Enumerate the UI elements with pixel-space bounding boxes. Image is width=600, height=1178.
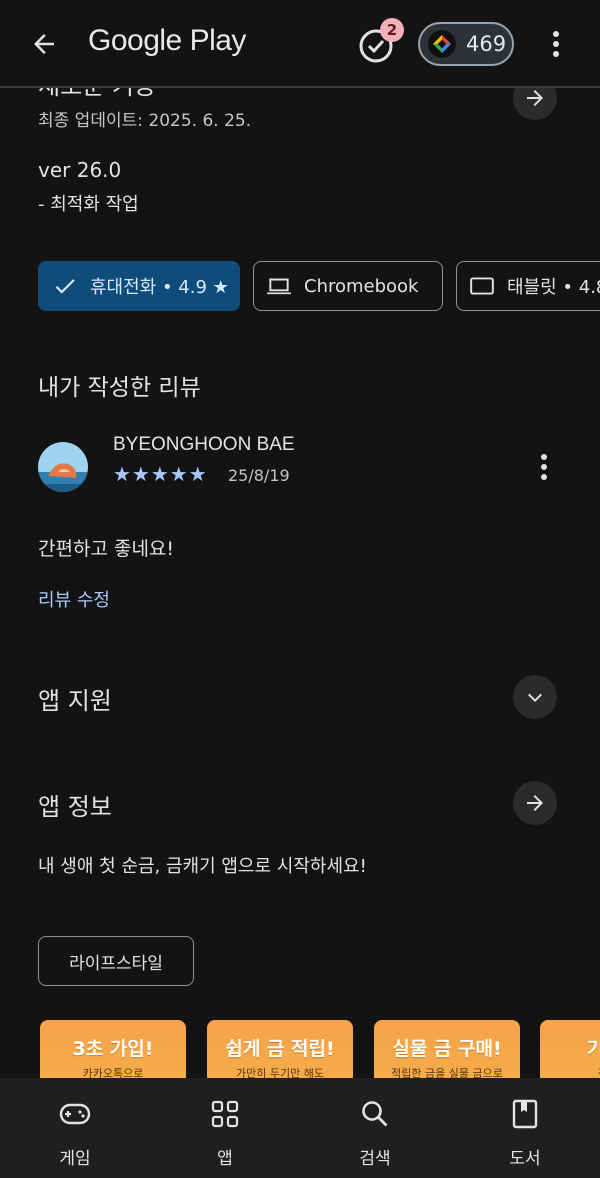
chevron-down-icon: [528, 693, 542, 702]
google-play-logo-text: Google Play: [88, 24, 246, 57]
book-icon: [509, 1098, 541, 1130]
reviewer-name: BYEONGHOON BAE: [113, 434, 295, 455]
nav-label-search: 검색: [359, 1149, 391, 1169]
nav-item-games[interactable]: 게임: [0, 1078, 150, 1178]
reviewer-avatar: [38, 442, 88, 492]
my-review-title: 내가 작성한 리뷰: [38, 375, 201, 401]
search-icon: [359, 1098, 391, 1130]
edit-review-link[interactable]: 리뷰 수정: [38, 586, 110, 612]
category-chip[interactable]: 라이프스타일: [38, 936, 194, 986]
tablet-chip-label: 태블릿 • 4.8: [507, 277, 600, 298]
screenshot-card[interactable]: 실물 금 구매! 적립한 금을 실물 금으로: [374, 1020, 520, 1080]
app-info-arrow-button[interactable]: [513, 781, 557, 825]
version-text: ver 26.0: [38, 158, 122, 182]
bottom-navigation: 게임 앱 검색 도서: [0, 1078, 600, 1178]
review-date: 25/8/19: [228, 466, 290, 485]
top-app-bar: Google Play 2 469: [0, 0, 600, 88]
tasks-count-badge: 2: [380, 18, 404, 42]
back-arrow-icon[interactable]: [24, 24, 64, 64]
nav-item-search[interactable]: 검색: [300, 1078, 450, 1178]
tablet-device-chip[interactable]: 태블릿 • 4.8: [456, 261, 600, 311]
play-points-chip[interactable]: 469: [418, 22, 514, 66]
screenshot-card[interactable]: 3초 가입! 카카오톡으로: [40, 1020, 186, 1080]
laptop-icon: [267, 278, 291, 295]
screenshot-card-title: 기프티: [586, 1038, 600, 1060]
phone-chip-label: 휴대전화 • 4.9 ★: [90, 277, 229, 298]
arrow-right-icon: [527, 90, 543, 106]
screenshot-card[interactable]: 쉽게 금 적립! 가만히 두기만 해도: [207, 1020, 353, 1080]
nav-label-books: 도서: [509, 1149, 541, 1169]
tablet-icon: [470, 277, 494, 295]
screenshot-carousel[interactable]: 3초 가입! 카카오톡으로 쉽게 금 적립! 가만히 두기만 해도 실물 금 구…: [40, 1020, 600, 1080]
screenshot-card-title: 쉽게 금 적립!: [225, 1038, 335, 1060]
check-icon: [55, 279, 75, 294]
apps-grid-icon: [209, 1098, 241, 1130]
play-points-icon: [428, 30, 456, 58]
app-support-expand-button[interactable]: [513, 675, 557, 719]
app-info-description: 내 생애 첫 순금, 금캐기 앱으로 시작하세요!: [38, 856, 367, 877]
nav-item-apps[interactable]: 앱: [150, 1078, 300, 1178]
gamepad-icon: [59, 1098, 91, 1130]
screenshot-card[interactable]: 기프티 적립한: [540, 1020, 600, 1080]
arrow-right-icon: [527, 795, 543, 811]
review-more-options-icon[interactable]: [530, 452, 558, 482]
nav-label-games: 게임: [59, 1149, 91, 1169]
screenshot-card-title: 실물 금 구매!: [392, 1038, 502, 1060]
chromebook-device-chip[interactable]: Chromebook: [253, 261, 443, 311]
changelog-text: - 최적화 작업: [38, 194, 139, 215]
review-body-text: 간편하고 좋네요!: [38, 538, 175, 560]
last-updated-date: 최종 업데이트: 2025. 6. 25.: [38, 111, 252, 131]
nav-label-apps: 앱: [217, 1149, 233, 1169]
review-star-rating: ★★★★★: [113, 462, 208, 486]
phone-device-chip[interactable]: 휴대전화 • 4.9 ★: [38, 261, 240, 311]
app-support-title[interactable]: 앱 지원: [38, 681, 112, 716]
play-points-value: 469: [466, 32, 507, 56]
app-info-title[interactable]: 앱 정보: [38, 787, 112, 822]
nav-item-books[interactable]: 도서: [450, 1078, 600, 1178]
more-options-icon[interactable]: [540, 26, 572, 62]
screenshot-card-title: 3초 가입!: [72, 1038, 154, 1060]
chromebook-chip-label: Chromebook: [304, 275, 419, 297]
